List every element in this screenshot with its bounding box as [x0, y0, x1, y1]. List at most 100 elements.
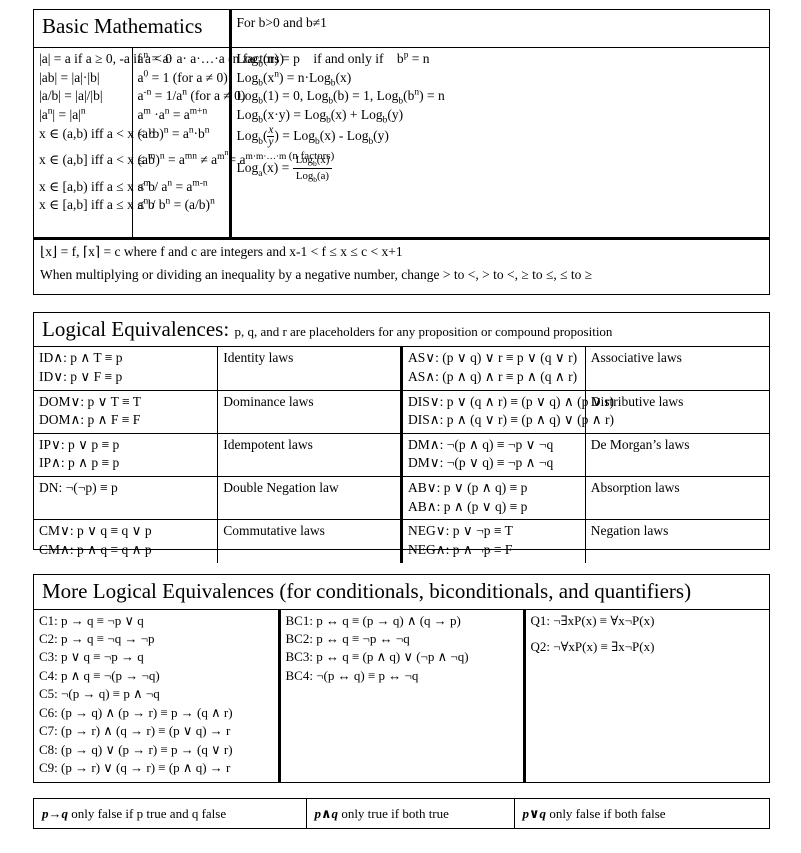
law-formula-cell: DOM∨: p ∨ T ≡ T DOM∧: p ∧ F ≡ F — [34, 389, 219, 434]
floor-ceiling-row: ⌊x⌋ = f, ⌈x⌉ = c where f and c are integ… — [34, 237, 769, 294]
logical-equivalences-title: Logical Equivalences: — [42, 317, 230, 341]
biconditional-line: BC3: p ↔ q ≡ (p ∧ q) ∨ (¬p ∧ ¬q) — [285, 649, 469, 665]
law-line: NEG∨: p ∨ ¬p ≡ T — [408, 523, 513, 539]
conditional-line: C2: p → q ≡ ¬q → ¬p — [39, 630, 155, 646]
operator-label: p→q — [42, 805, 68, 821]
law-line: DM∧: ¬(p ∧ q) ≡ ¬p ∨ ¬q — [408, 436, 554, 452]
truth-summary-section: p→q only false if p true and q false p∧q… — [33, 798, 770, 829]
law-formula-cell: ID∧: p ∧ T ≡ p ID∨: p ∨ F ≡ p — [34, 346, 219, 390]
exponent-line: a0 = 1 (for a ≠ 0) — [137, 69, 228, 85]
law-line: DIS∧: p ∧ (q ∨ r) ≡ (p ∧ q) ∨ (p ∧ r) — [408, 412, 614, 428]
interval-line: x ∈ (a,b) iff a < x < b — [39, 125, 156, 141]
conditional-line: C7: (p → r) ∧ (q → r) ≡ (p ∨ q) → r — [39, 723, 231, 739]
table-row: CM∨: p ∨ q ≡ q ∨ p CM∧: p ∧ q ≡ q ∧ p Co… — [34, 519, 769, 563]
conditional-line: C4: p ∧ q ≡ ¬(p → ¬q) — [39, 667, 160, 683]
law-line: DOM∨: p ∨ T ≡ T — [39, 393, 142, 409]
law-formula-cell: AS∨: (p ∨ q) ∨ r ≡ p ∨ (q ∨ r) AS∧: (p ∧… — [401, 346, 586, 390]
interval-line: x ∈ [a,b) iff a ≤ x < b — [39, 178, 155, 194]
conditional-line: C1: p → q ≡ ¬p ∨ q — [39, 612, 144, 628]
operator-description: only false if p true and q false — [68, 805, 227, 821]
more-logical-equivalences-section: More Logical Equivalences (for condition… — [33, 574, 770, 783]
law-line: CM∧: p ∧ q ≡ q ∧ p — [39, 541, 152, 557]
logical-equivalences-table: Logical Equivalences: p, q, and r are pl… — [34, 313, 769, 563]
abs-line: |a/b| = |a|/|b| — [39, 88, 103, 104]
law-name-cell: Idempotent laws — [217, 432, 403, 477]
logical-equivalences-title-row: Logical Equivalences: p, q, and r are pl… — [34, 313, 769, 348]
log-change-of-base-line: Loga(x) = Logb(x) Logb(a) — [237, 154, 765, 184]
table-row: ID∧: p ∧ T ≡ p ID∨: p ∨ F ≡ p Identity l… — [34, 346, 769, 390]
page-title: Basic Mathematics — [34, 10, 232, 48]
biconditionals-cell: BC1: p ↔ q ≡ (p → q) ∧ (q → p) BC2: p ↔ … — [279, 609, 526, 782]
law-formula-cell: DN: ¬(¬p) ≡ p — [34, 475, 219, 520]
law-line: CM∨: p ∨ q ≡ q ∨ p — [39, 523, 152, 539]
exponent-line: am ·an = am+n — [137, 106, 208, 122]
basic-math-content-row: |a| = a if a ≥ 0, -a if a < 0 |ab| = |a|… — [34, 46, 769, 239]
exponent-line: a-n = 1/an (for a ≠ 0) — [137, 87, 246, 104]
truth-summary-cell: p∧q only true if both true — [306, 799, 515, 828]
table-row: DN: ¬(¬p) ≡ p Double Negation law AB∨: p… — [34, 475, 769, 520]
law-line: DN: ¬(¬p) ≡ p — [39, 480, 118, 495]
conditional-line: C9: (p → r) ∨ (q → r) ≡ (p ∧ q) → r — [39, 760, 231, 776]
interval-line: x ∈ (a,b] iff a < x ≤ b — [39, 152, 155, 168]
abs-line: |ab| = |a|·|b| — [39, 69, 100, 85]
floor-ceiling-cell: ⌊x⌋ = f, ⌈x⌉ = c where f and c are integ… — [34, 237, 769, 294]
law-line: DIS∨: p ∨ (q ∧ r) ≡ (p ∨ q) ∧ (p ∨ r) — [408, 393, 614, 409]
abs-line: |a| = a if a ≥ 0, -a if a < 0 — [39, 51, 172, 66]
exponent-rules-cell: an = a· a· a·…·a (n factors) a0 = 1 (for… — [132, 46, 335, 239]
law-line: AB∨: p ∨ (p ∧ q) ≡ p — [408, 480, 528, 495]
operator-label: p∧q — [314, 805, 339, 821]
law-line: ID∨: p ∨ F ≡ p — [39, 368, 123, 384]
law-name-cell: Commutative laws — [217, 519, 403, 563]
law-line: DOM∧: p ∧ F ≡ F — [39, 412, 141, 428]
logical-equivalences-subtitle: p, q, and r are placeholders for any pro… — [234, 324, 613, 339]
law-name-cell: De Morgan’s laws — [585, 432, 769, 477]
operator-description: only true if both true — [338, 805, 449, 821]
law-line: AS∧: (p ∧ q) ∧ r ≡ p ∧ (q ∧ r) — [408, 368, 578, 384]
more-equivalences-content-row: C1: p → q ≡ ¬p ∨ q C2: p → q ≡ ¬q → ¬p C… — [34, 609, 769, 782]
law-name-cell: Dominance laws — [217, 389, 403, 434]
log-line: Logb(x y) = Logb(x) - Logb(y) — [236, 123, 389, 148]
truth-summary-cell: p→q only false if p true and q false — [34, 799, 307, 828]
basic-mathematics-section: Basic Mathematics For b>0 and b≠1 |a| = … — [33, 9, 770, 295]
conditional-line: C8: (p → q) ∨ (p → r) ≡ p → (q ∨ r) — [39, 741, 233, 757]
exponent-line: an / bn = (a/b)n — [137, 196, 215, 213]
law-formula-cell: NEG∨: p ∨ ¬p ≡ T NEG∧: p ∧ ¬p ≡ F — [401, 519, 586, 563]
more-logical-equivalences-table: More Logical Equivalences (for condition… — [34, 575, 769, 782]
biconditional-line: BC2: p ↔ q ≡ ¬p ↔ ¬q — [285, 630, 410, 646]
law-line: DM∨: ¬(p ∨ q) ≡ ¬p ∧ ¬q — [408, 455, 554, 471]
law-formula-cell: AB∨: p ∨ (p ∧ q) ≡ p AB∧: p ∧ (p ∨ q) ≡ … — [401, 475, 586, 520]
operator-description: only false if both false — [546, 805, 666, 821]
abs-line: |an| = |a|n — [39, 106, 86, 122]
truth-summary-table: p→q only false if p true and q false p∧q… — [34, 799, 769, 828]
truth-summary-cell: p∨q only false if both false — [514, 799, 769, 828]
law-line: IP∨: p ∨ p ≡ p — [39, 436, 120, 452]
law-line: AB∧: p ∧ (p ∨ q) ≡ p — [408, 498, 528, 514]
law-line: IP∧: p ∧ p ≡ p — [39, 455, 120, 471]
law-name-cell: Associative laws — [590, 350, 682, 366]
exponent-line: am / an = am-n — [137, 178, 208, 194]
law-formula-cell: CM∨: p ∨ q ≡ q ∨ p CM∧: p ∧ q ≡ q ∧ p — [34, 519, 219, 563]
quantifier-line: Q2: ¬∀xP(x) ≡ ∃x¬P(x) — [530, 638, 655, 654]
table-row: p→q only false if p true and q false p∧q… — [34, 799, 769, 828]
log-line: Logb(x·y) = Logb(x) + Logb(y) — [236, 106, 404, 126]
quantifier-line: Q1: ¬∃xP(x) ≡ ∀x¬P(x) — [530, 612, 655, 628]
basic-math-title-row: Basic Mathematics For b>0 and b≠1 — [34, 10, 769, 48]
quantifiers-cell: Q1: ¬∃xP(x) ≡ ∀x¬P(x) Q2: ¬∀xP(x) ≡ ∃x¬P… — [524, 609, 769, 782]
biconditional-line: BC4: ¬(p ↔ q) ≡ p ↔ ¬q — [285, 667, 419, 683]
more-equivalences-title: More Logical Equivalences (for condition… — [34, 575, 769, 610]
interval-line: x ∈ [a,b] iff a ≤ x ≤ b — [39, 197, 155, 213]
floor-ceiling-text: ⌊x⌋ = f, ⌈x⌉ = c where f and c are integ… — [40, 244, 403, 260]
basic-mathematics-table: Basic Mathematics For b>0 and b≠1 |a| = … — [34, 10, 769, 294]
exponent-line: (a·b)n = an·bn — [137, 125, 210, 141]
more-equivalences-title-row: More Logical Equivalences (for condition… — [34, 575, 769, 610]
law-name-cell: Absorption laws — [585, 475, 769, 520]
law-formula-cell: IP∨: p ∨ p ≡ p IP∧: p ∧ p ≡ p — [34, 432, 219, 477]
law-line: AS∨: (p ∨ q) ∨ r ≡ p ∨ (q ∨ r) — [408, 350, 578, 366]
logarithm-rules-cell: Logb(n) = p if and only if bp = n Logb(x… — [230, 46, 769, 239]
exponent-line: (am)n = amn ≠ amn= am·m·…·m (n factors) — [137, 147, 335, 168]
table-row: IP∨: p ∨ p ≡ p IP∧: p ∧ p ≡ p Idempotent… — [34, 432, 769, 477]
exponent-line: an = a· a· a·…·a (n factors) — [137, 50, 285, 66]
law-name-cell: Double Negation law — [217, 475, 403, 520]
logical-equivalences-header: Logical Equivalences: p, q, and r are pl… — [34, 313, 769, 348]
table-row: DOM∨: p ∨ T ≡ T DOM∧: p ∧ F ≡ F Dominanc… — [34, 389, 769, 434]
